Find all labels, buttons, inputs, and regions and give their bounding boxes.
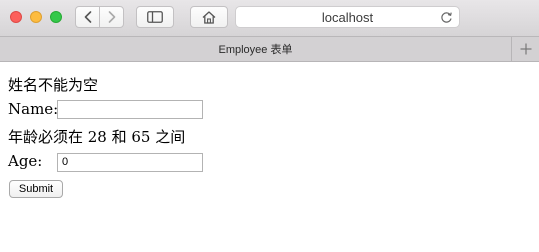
tab-title: Employee 表单: [218, 44, 293, 56]
name-input[interactable]: [57, 100, 203, 119]
name-label: Name:: [8, 100, 59, 118]
minimize-icon[interactable]: [30, 11, 42, 23]
tab-bar: Employee 表单: [0, 37, 539, 62]
tab-employee-form[interactable]: Employee 表单: [0, 37, 511, 61]
plus-icon: [520, 43, 531, 55]
back-icon: [84, 11, 91, 23]
new-tab-button[interactable]: [511, 37, 539, 61]
sidebar-icon: [147, 11, 163, 23]
home-icon: [202, 10, 216, 24]
forward-button[interactable]: [99, 6, 124, 28]
forward-icon: [108, 11, 115, 23]
page-content: 姓名不能为空 Name: 年龄必须在 28 和 65 之间 Age: 0 Sub…: [0, 62, 539, 252]
reload-icon[interactable]: [439, 10, 453, 24]
close-icon[interactable]: [10, 11, 22, 23]
submit-button[interactable]: Submit: [9, 180, 63, 198]
name-error-message: 姓名不能为空: [8, 76, 99, 94]
address-text: localhost: [321, 9, 374, 25]
home-button[interactable]: [190, 6, 228, 28]
back-button[interactable]: [75, 6, 100, 28]
age-error-message: 年龄必须在 28 和 65 之间: [8, 128, 186, 146]
address-bar[interactable]: localhost: [235, 6, 460, 28]
age-input[interactable]: 0: [57, 153, 203, 172]
sidebar-button[interactable]: [136, 6, 174, 28]
maximize-icon[interactable]: [50, 11, 62, 23]
browser-toolbar: localhost: [0, 0, 539, 37]
age-label: Age:: [8, 152, 43, 170]
